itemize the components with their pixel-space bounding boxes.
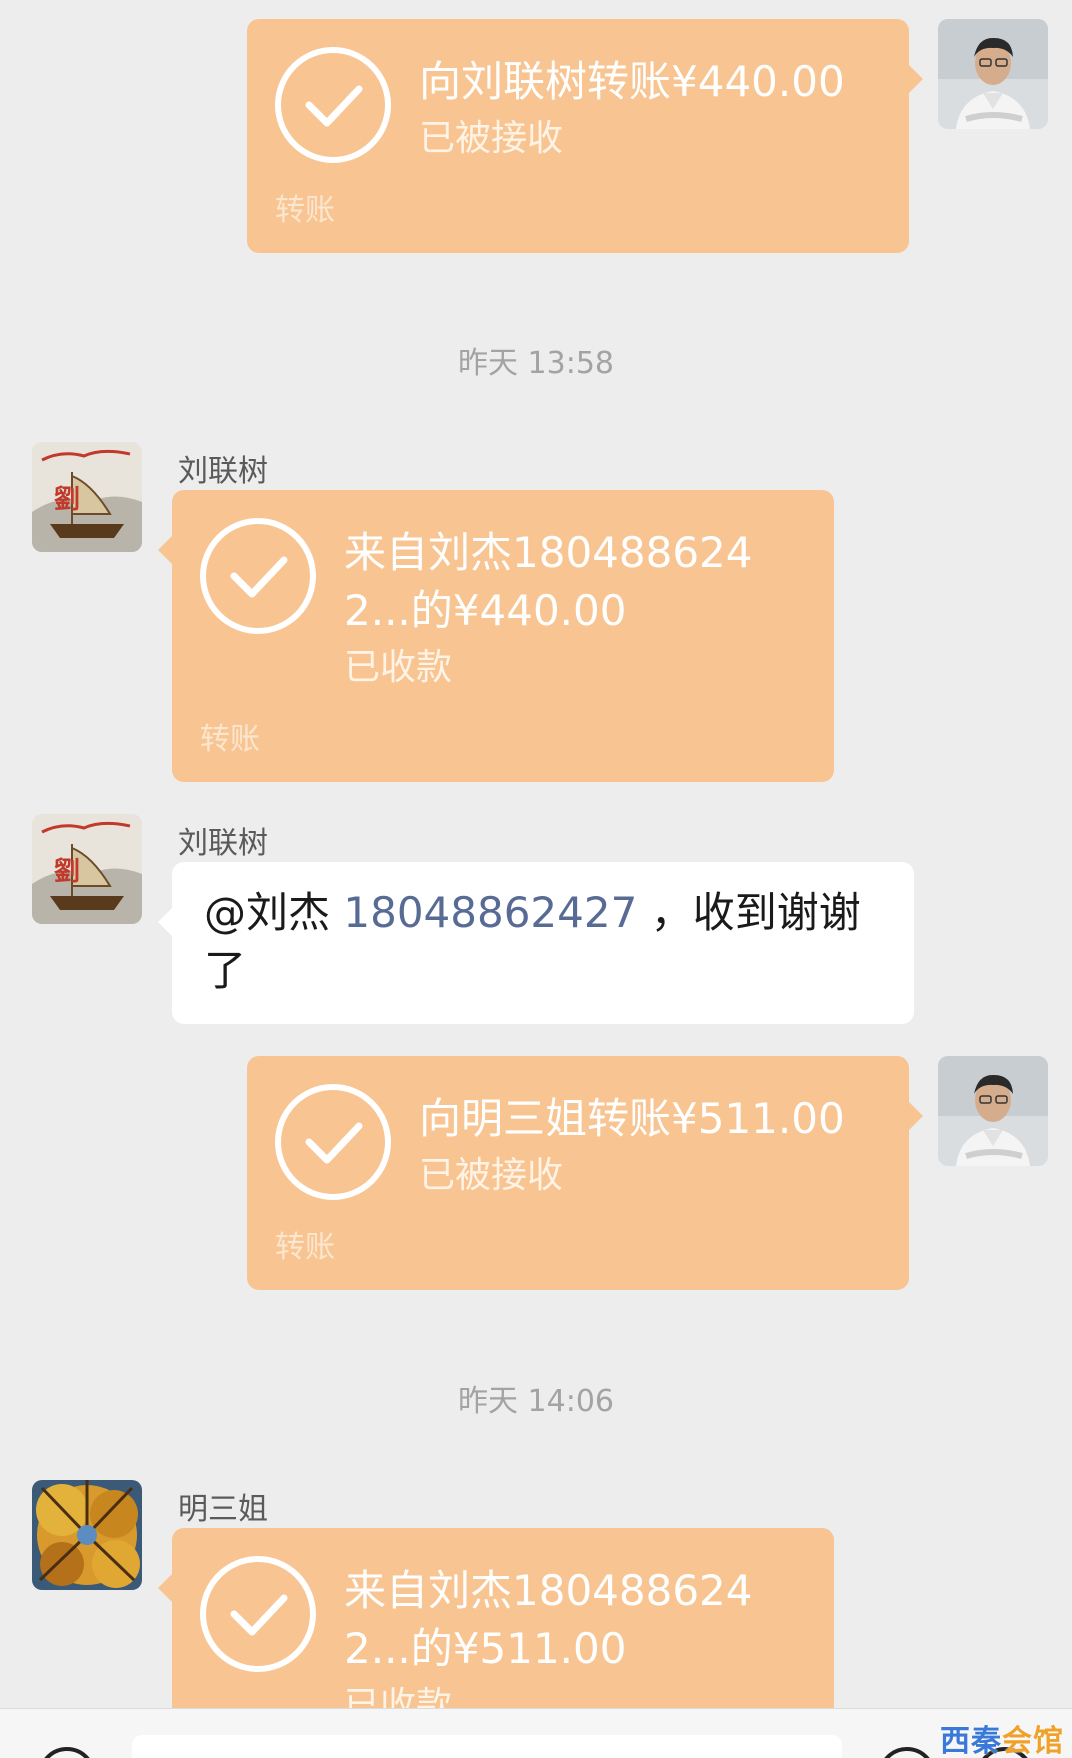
watermark-part2: 会馆: [1002, 1724, 1064, 1758]
watermark-part1: 西秦: [940, 1724, 1002, 1758]
transfer-card-outgoing[interactable]: 向明三姐转账¥511.00 已被接收 转账: [247, 1056, 923, 1290]
mention-name[interactable]: @刘杰: [204, 888, 330, 937]
transfer-info: 来自刘杰1804886242...的¥511.00 已收款: [344, 1562, 810, 1708]
transfer-title: 向刘联树转账¥440.00: [419, 57, 845, 106]
sender-name: 刘联树: [178, 454, 268, 489]
transfer-info: 来自刘杰1804886242...的¥440.00 已收款: [344, 524, 810, 696]
bubble-tail: [909, 65, 923, 93]
sender-name: 明三姐: [178, 1492, 268, 1527]
transfer-status: 已收款: [344, 647, 453, 688]
bubble-tail: [158, 536, 172, 564]
watermark: 西秦会馆: [940, 1716, 1064, 1758]
contact-avatar-liulianshu[interactable]: 劉: [32, 442, 142, 552]
transfer-info: 向刘联树转账¥440.00 已被接收: [419, 53, 885, 167]
message-input[interactable]: [132, 1735, 842, 1758]
transfer-label: 转账: [275, 1230, 335, 1265]
contact-avatar-liulianshu[interactable]: 劉: [32, 814, 142, 924]
transfer-title: 来自刘杰1804886242...的¥511.00: [344, 1566, 753, 1673]
voice-icon[interactable]: [38, 1747, 96, 1758]
transfer-card-incoming[interactable]: 来自刘杰1804886242...的¥440.00 已收款 转账: [158, 490, 834, 782]
bubble-tail: [909, 1102, 923, 1130]
chat-input-bar: [0, 1708, 1072, 1758]
transfer-label: 转账: [275, 193, 335, 228]
bubble-tail: [158, 908, 172, 936]
sender-name: 刘联树: [178, 826, 268, 861]
check-circle-icon: [198, 516, 318, 636]
transfer-info: 向明三姐转账¥511.00 已被接收: [419, 1090, 885, 1204]
chat-message-list[interactable]: 向刘联树转账¥440.00 已被接收 转账 昨天 13:58 劉 刘联树 来自刘…: [0, 0, 1072, 1708]
transfer-label: 转账: [200, 722, 260, 757]
timestamp: 昨天 13:58: [458, 346, 614, 381]
transfer-status: 已被接收: [419, 1155, 564, 1196]
bubble-tail: [158, 1574, 172, 1602]
svg-text:劉: 劉: [54, 857, 80, 887]
transfer-title: 来自刘杰1804886242...的¥440.00: [344, 528, 753, 635]
text-message-bubble[interactable]: @刘杰 18048862427 ，收到谢谢了: [158, 862, 914, 1024]
check-circle-icon: [273, 1082, 393, 1202]
transfer-card-incoming[interactable]: 来自刘杰1804886242...的¥511.00 已收款 转账: [158, 1528, 834, 1708]
transfer-status: 已被接收: [419, 118, 564, 159]
mention-phone-link[interactable]: 18048862427: [343, 888, 637, 937]
contact-avatar-mingsanjie[interactable]: [32, 1480, 142, 1590]
transfer-status: 已收款: [344, 1685, 453, 1708]
transfer-card-outgoing[interactable]: 向刘联树转账¥440.00 已被接收 转账: [247, 19, 923, 253]
self-avatar[interactable]: [938, 1056, 1048, 1166]
timestamp: 昨天 14:06: [458, 1384, 614, 1419]
transfer-title: 向明三姐转账¥511.00: [419, 1094, 845, 1143]
check-circle-icon: [273, 45, 393, 165]
emoji-icon[interactable]: [878, 1747, 936, 1758]
svg-text:劉: 劉: [54, 485, 80, 515]
check-circle-icon: [198, 1554, 318, 1674]
self-avatar[interactable]: [938, 19, 1048, 129]
